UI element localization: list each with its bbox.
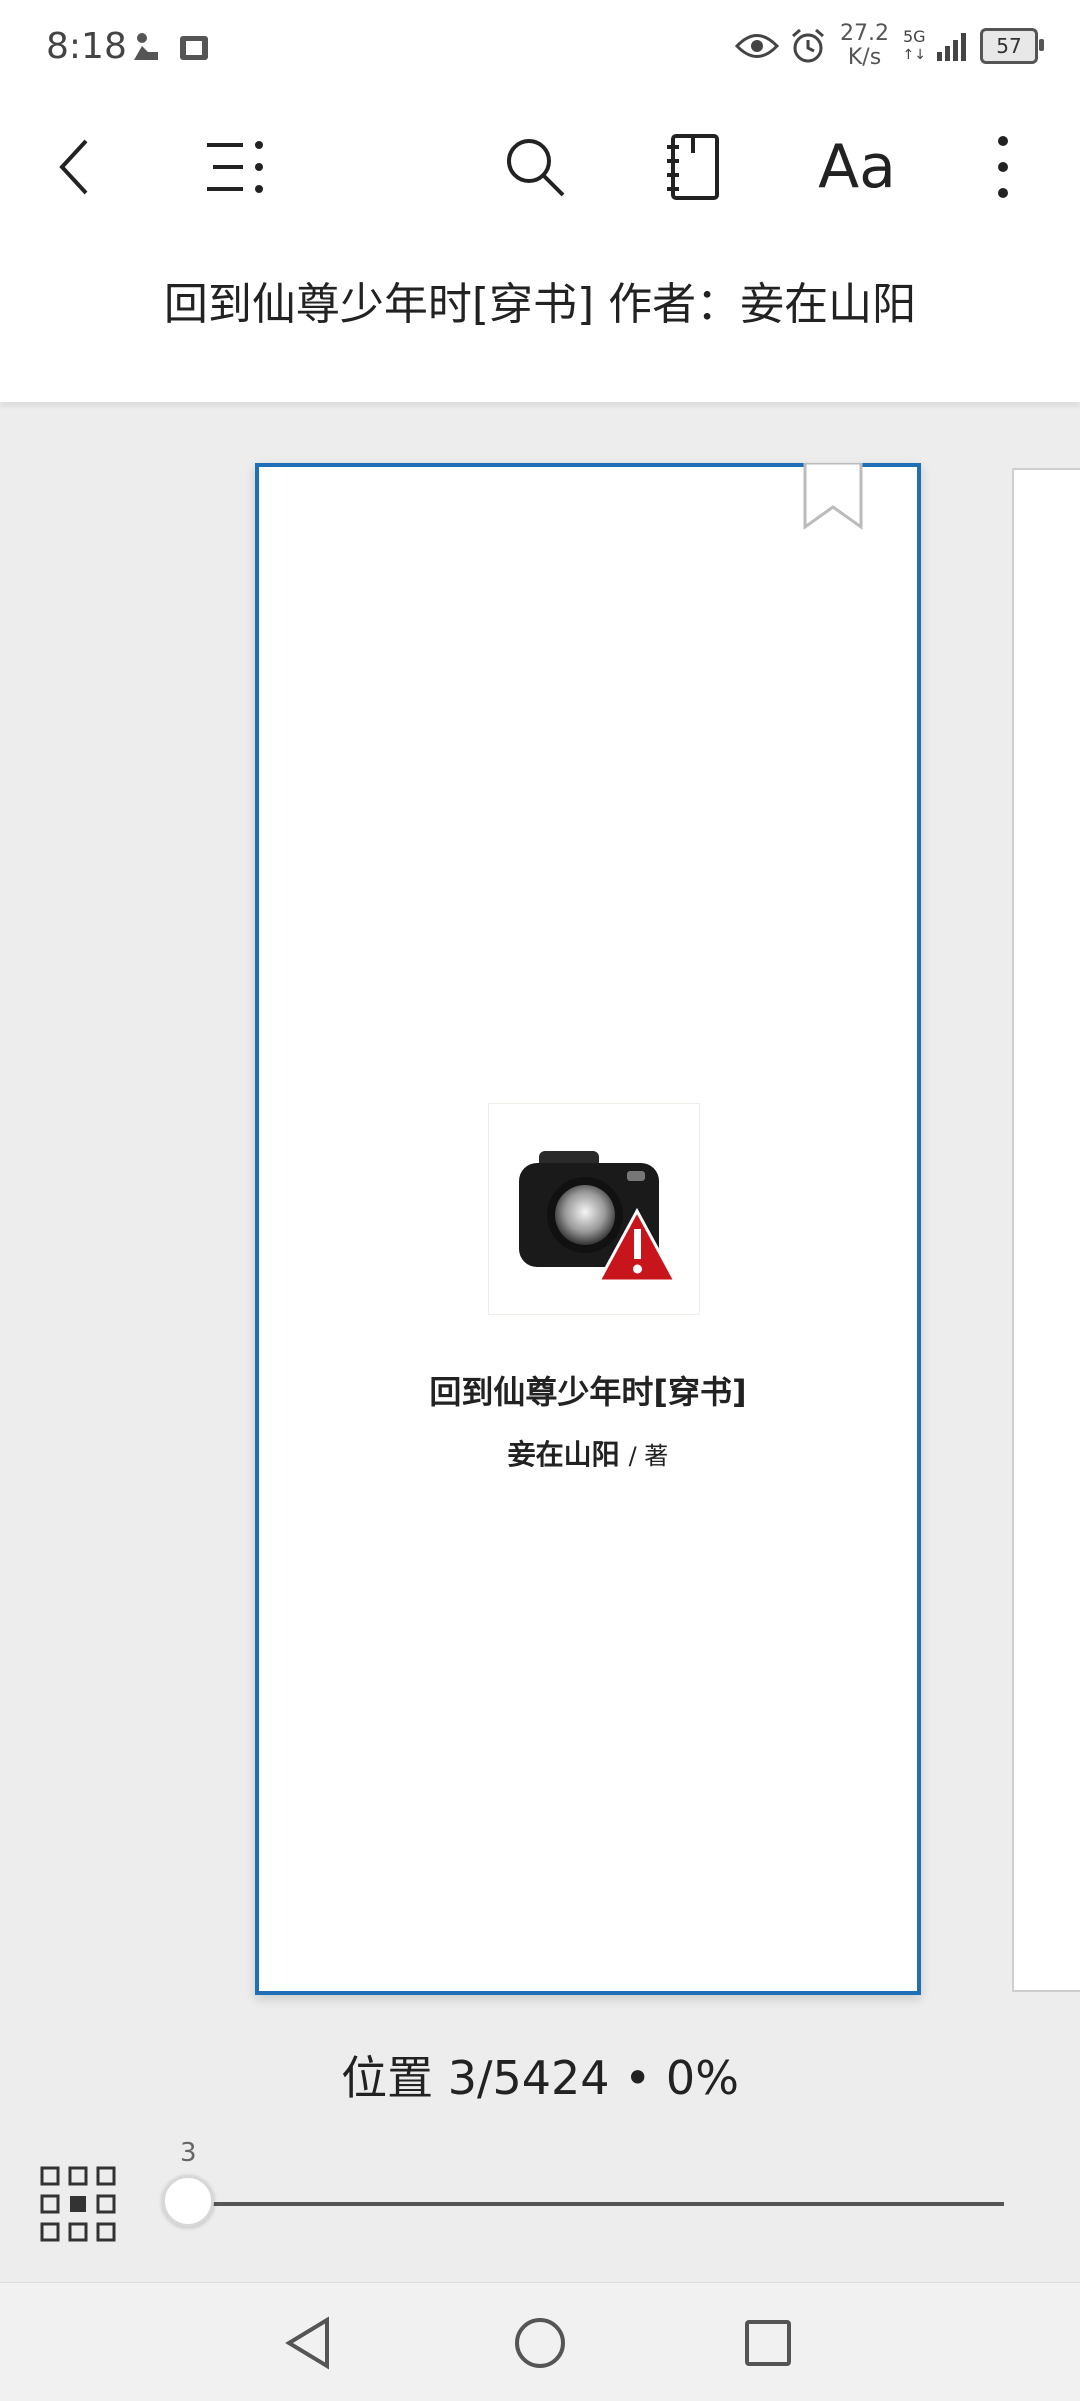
page-thumbnail[interactable]: 回到仙尊少年时[穿书] 妾在山阳 / 著 [255,463,921,1995]
network-type-label: 5G [902,27,926,46]
grid-view-icon [40,2166,116,2242]
status-time: 8:18 [46,26,127,67]
nav-home-button[interactable] [508,2311,572,2375]
notebook-icon [667,134,719,200]
net-speed-value: 27.2 [840,21,890,46]
cover-image-placeholder [488,1103,700,1315]
circle-home-icon [515,2318,565,2368]
page-grid-button[interactable] [38,2164,118,2244]
broken-image-camera-icon [519,1151,678,1283]
system-navigation-bar [0,2282,1080,2401]
nav-back-button[interactable] [276,2311,340,2375]
reading-person-icon [134,33,158,60]
battery-level: 57 [996,34,1022,58]
book-app-icon [180,36,208,60]
more-vertical-icon [998,136,1008,198]
battery-icon: 57 [980,28,1044,64]
toc-icon [207,141,263,193]
nav-recents-button[interactable] [736,2311,800,2375]
notebook-button[interactable] [648,122,738,212]
position-indicator: 位置 3/5424 • 0% [341,2051,739,2105]
net-speed: 27.2 K/s [837,22,893,70]
progress-slider-thumb[interactable] [162,2175,214,2227]
next-page-preview[interactable] [1012,468,1080,1992]
search-button[interactable] [490,122,580,212]
progress-slider-track[interactable] [190,2202,1004,2206]
cover-author-suffix: / 著 [628,1442,669,1470]
status-bar: 8:18 27.2 K/s 5G ↑↓ 57 [0,0,1080,100]
network-type: 5G ↑↓ [902,27,926,64]
cover-author: 妾在山阳 [507,1438,620,1471]
slider-value-label: 3 [180,2138,197,2168]
font-settings-label: Aa [818,132,896,202]
chevron-left-icon [59,139,88,195]
reader-toolbar: Aa [0,100,1080,230]
eye-icon [734,34,779,58]
book-title: 回到仙尊少年时[穿书] 作者：妾在山阳 [163,279,917,330]
status-system-icons: 27.2 K/s 5G ↑↓ 57 [734,22,1044,70]
cover-author-line: 妾在山阳 / 著 [259,1433,917,1473]
more-options-button[interactable] [958,122,1048,212]
search-icon [507,139,565,197]
alarm-icon [791,28,824,63]
triangle-back-icon [285,2316,329,2370]
book-title-bar: 回到仙尊少年时[穿书] 作者：妾在山阳 [0,230,1080,402]
back-button[interactable] [30,122,120,212]
square-recents-icon [745,2320,791,2366]
net-speed-unit: K/s [847,45,882,70]
font-settings-button[interactable]: Aa [802,122,912,212]
bookmark-icon[interactable] [797,463,869,535]
signal-icon [937,33,966,61]
cover-title: 回到仙尊少年时[穿书] [429,1373,747,1411]
status-notification-icons [128,30,210,66]
table-of-contents-button[interactable] [190,122,280,212]
